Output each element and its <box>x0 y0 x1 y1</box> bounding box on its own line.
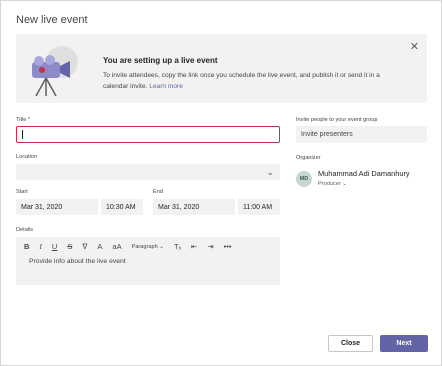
info-banner: ✕ You are setting up a live event To inv… <box>16 34 427 103</box>
indent-icon[interactable]: ⇥ <box>207 242 213 252</box>
font-color-icon[interactable]: A <box>97 242 102 252</box>
camera-illustration <box>32 46 78 97</box>
chevron-down-icon: ⌄ <box>266 167 274 177</box>
location-label: Location <box>16 154 38 160</box>
text-caret <box>22 130 23 139</box>
invite-label: Invite people to your event group <box>296 117 378 123</box>
title-label: Title * <box>16 117 31 123</box>
avatar: MD <box>296 171 312 187</box>
banner-text: To invite attendees, copy the link once … <box>103 70 403 92</box>
strikethrough-button[interactable]: S <box>67 242 72 252</box>
start-date-picker[interactable]: Mar 31, 2020 <box>16 199 98 215</box>
highlight-icon[interactable]: ∇ <box>82 242 87 252</box>
organizer-label: Organizer <box>296 155 321 161</box>
font-size-icon[interactable]: aA <box>112 242 121 252</box>
close-button[interactable]: Close <box>328 335 373 352</box>
details-editor[interactable]: B I U S ∇ A aA Paragraph ⌄ Tₓ ⇤ ⇥ ••• Pr… <box>16 237 280 285</box>
end-date-picker[interactable]: Mar 31, 2020 <box>153 199 235 215</box>
banner-close-icon[interactable]: ✕ <box>410 40 419 53</box>
underline-button[interactable]: U <box>52 242 57 252</box>
formatting-toolbar: B I U S ∇ A aA Paragraph ⌄ Tₓ ⇤ ⇥ ••• <box>24 241 242 253</box>
organizer-name: Muhammad Adi Damanhury <box>318 169 410 178</box>
invite-presenters-input[interactable]: Invite presenters <box>296 126 427 143</box>
more-options-icon[interactable]: ••• <box>224 242 232 252</box>
title-input[interactable] <box>16 126 280 143</box>
details-label: Details <box>16 227 34 233</box>
bold-button[interactable]: B <box>24 242 29 252</box>
next-button[interactable]: Next <box>380 335 428 352</box>
end-time-picker[interactable]: 11:00 AM <box>238 199 280 215</box>
location-dropdown[interactable]: ⌄ <box>16 164 280 180</box>
italic-button[interactable]: I <box>39 242 42 252</box>
start-label: Start <box>16 189 28 195</box>
dialog-title: New live event <box>16 14 88 26</box>
start-time-picker[interactable]: 10:30 AM <box>101 199 143 215</box>
banner-body-text: To invite attendees, copy the link once … <box>103 72 380 90</box>
outdent-icon[interactable]: ⇤ <box>191 242 197 252</box>
paragraph-dropdown[interactable]: Paragraph ⌄ <box>132 244 164 250</box>
learn-more-link[interactable]: Learn more <box>149 83 183 90</box>
banner-heading: You are setting up a live event <box>103 56 218 65</box>
organizer-role-dropdown[interactable]: Producer ⌄ <box>318 181 347 187</box>
clear-formatting-icon[interactable]: Tₓ <box>174 242 181 252</box>
details-placeholder: Provide info about the live event <box>29 258 126 265</box>
end-label: End <box>153 189 163 195</box>
